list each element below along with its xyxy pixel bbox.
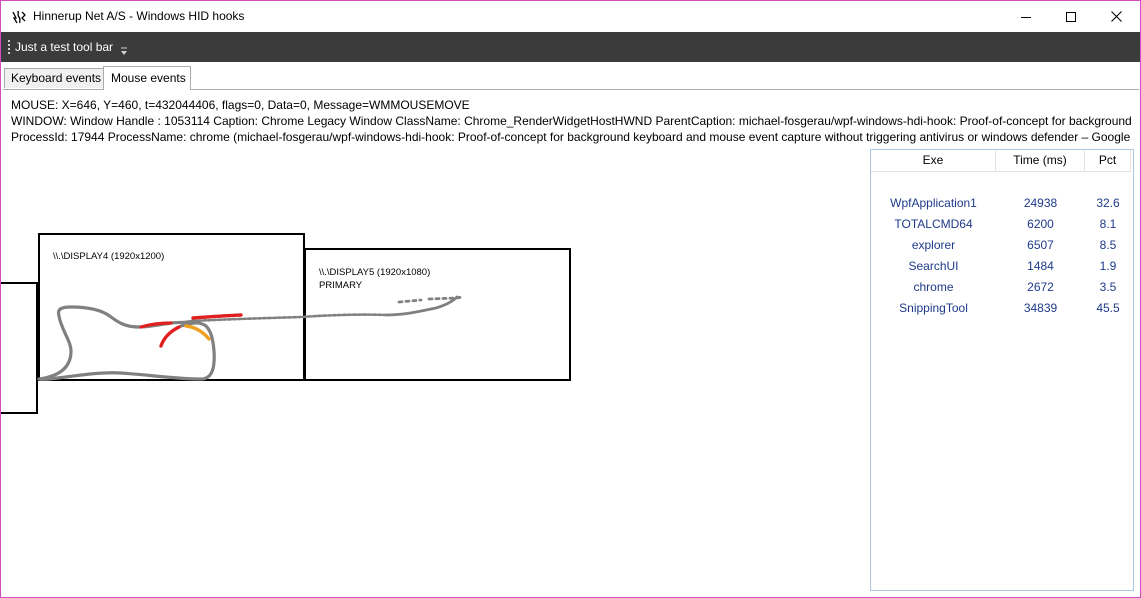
toolbar-grip-icon[interactable] [8,40,11,54]
table-row[interactable]: SnippingTool 34839 45.5 [871,298,1133,319]
mouse-info-text: MOUSE: X=646, Y=460, t=432044406, flags=… [11,98,470,112]
toolbar-overflow-icon[interactable] [120,47,128,57]
cell-pct: 8.5 [1099,238,1117,252]
tab-strip: Keyboard events Mouse events [1,62,1140,90]
table-row[interactable]: SearchUI 1484 1.9 [871,256,1133,277]
close-icon [1110,11,1122,22]
cell-pct: 32.6 [1096,196,1120,210]
maximize-button[interactable] [1048,1,1094,32]
window-title: Hinnerup Net A/S - Windows HID hooks [33,9,245,23]
info-area: MOUSE: X=646, Y=460, t=432044406, flags=… [1,91,1132,151]
mouse-trail-canvas: \\.\DISPLAY4 (1920x1200) \\.\DISPLAY5 (1… [1,233,571,414]
display-5-primary-label: PRIMARY [319,280,363,291]
cell-time: 24938 [1023,196,1058,210]
grid-header-row: Exe Time (ms) Pct [871,150,1133,172]
cell-pct: 1.9 [1099,259,1117,273]
mouse-trail-main [37,305,195,381]
table-row[interactable]: chrome 2672 3.5 [871,277,1133,298]
cell-time: 6507 [1027,238,1054,252]
title-bar[interactable]: Hinnerup Net A/S - Windows HID hooks [1,1,1140,32]
mouse-trail-orange [184,324,211,341]
process-info-text: ProcessId: 17944 ProcessName: chrome (mi… [11,130,1132,144]
cell-exe: chrome [913,280,954,294]
tab-keyboard-events[interactable]: Keyboard events [4,68,104,88]
cell-time: 34839 [1023,301,1058,315]
display-4-label: \\.\DISPLAY4 (1920x1200) [53,251,164,262]
cell-pct: 8.1 [1099,217,1117,231]
cell-pct: 3.5 [1099,280,1117,294]
cell-exe: explorer [911,238,956,252]
process-time-grid[interactable]: Exe Time (ms) Pct WpfApplication1 24938 … [870,149,1134,591]
table-row[interactable]: explorer 6507 8.5 [871,235,1133,256]
column-header-time[interactable]: Time (ms) [996,150,1085,172]
app-icon [12,10,26,24]
minimize-icon [1021,16,1031,18]
mouse-trail-red-3 [159,325,181,348]
display-left-partial [1,282,38,414]
cell-exe: TOTALCMD64 [894,217,973,231]
column-header-exe[interactable]: Exe [871,150,996,172]
app-window: Hinnerup Net A/S - Windows HID hooks Jus… [0,0,1141,598]
cell-time: 1484 [1027,259,1054,273]
cell-pct: 45.5 [1096,301,1120,315]
cell-exe: SnippingTool [899,301,968,315]
column-header-pct[interactable]: Pct [1085,150,1131,172]
cell-exe: SearchUI [908,259,959,273]
tab-mouse-events[interactable]: Mouse events [103,66,191,90]
minimize-button[interactable] [1003,1,1049,32]
close-button[interactable] [1093,1,1139,32]
cell-time: 6200 [1027,217,1054,231]
mouse-trail-red-1 [191,313,243,320]
toolbar: Just a test tool bar [1,32,1140,62]
toolbar-label: Just a test tool bar [15,40,114,54]
table-row[interactable]: TOTALCMD64 6200 8.1 [871,214,1133,235]
maximize-icon [1066,11,1076,22]
window-info-text: WINDOW: Window Handle : 1053114 Caption:… [11,114,1132,128]
table-row[interactable]: WpfApplication1 24938 32.6 [871,193,1133,214]
display-5-label: \\.\DISPLAY5 (1920x1080) [319,267,430,278]
cell-time: 2672 [1027,280,1054,294]
cell-exe: WpfApplication1 [890,196,977,210]
